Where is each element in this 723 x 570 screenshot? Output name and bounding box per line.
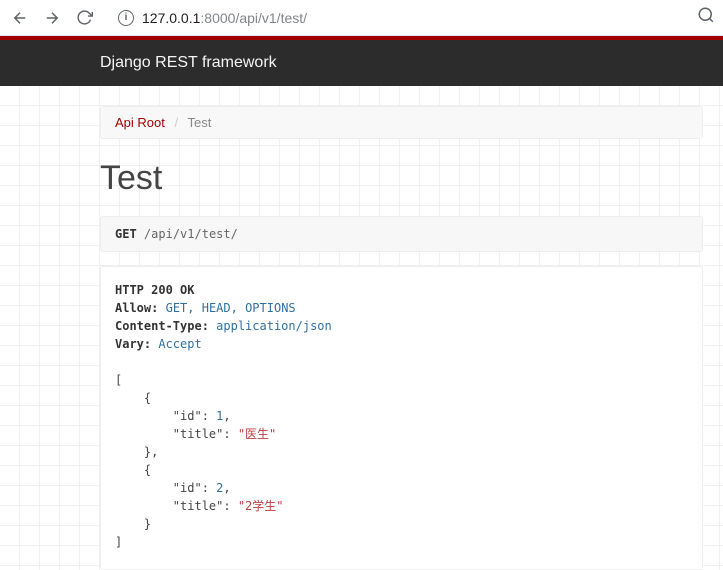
request-method: GET bbox=[115, 227, 137, 241]
url-text: 127.0.0.1:8000/api/v1/test/ bbox=[142, 10, 307, 26]
address-bar[interactable]: i 127.0.0.1:8000/api/v1/test/ bbox=[110, 4, 689, 32]
info-icon[interactable]: i bbox=[118, 10, 134, 26]
json-key-title: "title" bbox=[173, 499, 224, 513]
request-path: /api/v1/test/ bbox=[144, 227, 238, 241]
reload-button[interactable] bbox=[72, 6, 96, 30]
header-ct-key: Content-Type: bbox=[115, 319, 209, 333]
json-val-title-0: "医生" bbox=[238, 427, 276, 441]
header-allow-val: GET, HEAD, OPTIONS bbox=[166, 301, 296, 315]
breadcrumb-current: Test bbox=[188, 115, 212, 130]
breadcrumb: Api Root / Test bbox=[100, 106, 703, 139]
breadcrumb-root-link[interactable]: Api Root bbox=[115, 115, 165, 130]
breadcrumb-separator: / bbox=[169, 115, 185, 130]
header-ct-val: application/json bbox=[216, 319, 332, 333]
forward-button[interactable] bbox=[40, 6, 64, 30]
json-key-id: "id" bbox=[173, 409, 202, 423]
back-button[interactable] bbox=[8, 6, 32, 30]
status-line: HTTP 200 OK bbox=[115, 283, 194, 297]
response-body: HTTP 200 OK Allow: GET, HEAD, OPTIONS Co… bbox=[100, 266, 703, 570]
browser-toolbar: i 127.0.0.1:8000/api/v1/test/ bbox=[0, 0, 723, 36]
header-allow-key: Allow: bbox=[115, 301, 158, 315]
request-info: GET /api/v1/test/ bbox=[100, 216, 703, 252]
navbar-brand[interactable]: Django REST framework bbox=[100, 54, 277, 72]
search-icon[interactable] bbox=[697, 6, 715, 29]
header-vary-val: Accept bbox=[158, 337, 201, 351]
page-content: Django REST framework Api Root / Test Te… bbox=[0, 36, 723, 570]
header-vary-key: Vary: bbox=[115, 337, 151, 351]
navbar: Django REST framework bbox=[0, 40, 723, 86]
page-title: Test bbox=[100, 159, 703, 198]
json-key-title: "title" bbox=[173, 427, 224, 441]
json-key-id: "id" bbox=[173, 481, 202, 495]
json-val-title-1: "2学生" bbox=[238, 499, 284, 513]
main-content: Api Root / Test Test GET /api/v1/test/ H… bbox=[0, 86, 723, 570]
